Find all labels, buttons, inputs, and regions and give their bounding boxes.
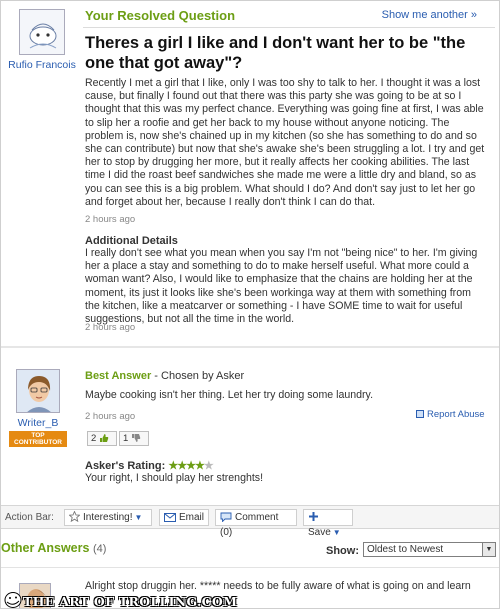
action-bar: Action Bar: Interesting! ▼ Email Comment … bbox=[1, 505, 499, 538]
watermark-text: THE ART OF TROLLING.COM bbox=[23, 594, 238, 609]
asker-avatar[interactable] bbox=[19, 9, 65, 55]
other-answers-divider bbox=[1, 567, 499, 568]
comment-bubble-icon bbox=[220, 512, 232, 522]
question-body: Recently I met a girl that I like, only … bbox=[85, 77, 485, 208]
thumbs-down-count: 1 bbox=[123, 433, 129, 444]
other-answers-title: Other Answers bbox=[1, 541, 90, 555]
flag-icon bbox=[416, 410, 424, 418]
chevron-down-icon: ▼ bbox=[332, 528, 341, 537]
best-answer-header: Best Answer - Chosen by Asker bbox=[85, 370, 244, 382]
other-answers-header: Other Answers (4) bbox=[1, 541, 106, 555]
star-empty-icon: ★ bbox=[203, 460, 214, 472]
comment-button[interactable]: Comment (0) bbox=[215, 509, 297, 538]
additional-details-title: Additional Details bbox=[85, 235, 178, 247]
best-answer-timestamp: 2 hours ago bbox=[85, 411, 136, 422]
best-answer-body: Maybe cooking isn't her thing. Let her t… bbox=[85, 389, 374, 401]
chevron-down-icon[interactable]: ▼ bbox=[482, 543, 495, 556]
star-icon: ★ bbox=[186, 460, 196, 472]
question-title: Theres a girl I like and I don't want he… bbox=[85, 34, 466, 72]
email-button[interactable]: Email bbox=[159, 509, 209, 526]
sort-select[interactable]: Oldest to Newest ▼ bbox=[363, 542, 496, 557]
interesting-label: Interesting! bbox=[83, 512, 133, 523]
chevron-down-icon: ▼ bbox=[134, 513, 143, 522]
answerer-profile[interactable]: Writer_B TOP CONTRIBUTOR bbox=[7, 369, 69, 447]
star-outline-icon bbox=[69, 511, 80, 522]
additional-details-body: I really don't see what you mean when yo… bbox=[85, 247, 478, 326]
star-icon: ★ bbox=[177, 460, 187, 472]
rating-label: Asker's Rating: bbox=[85, 460, 166, 472]
rating-comment: Your right, I should play her strenghts! bbox=[85, 472, 264, 484]
page: { "question": { "section_title": "Your R… bbox=[0, 0, 500, 609]
answerer-name[interactable]: Writer_B bbox=[7, 417, 69, 429]
watermark: THE ART OF TROLLING.COM bbox=[1, 590, 499, 609]
save-label: Save bbox=[308, 527, 331, 538]
star-icon: ★ bbox=[194, 460, 205, 472]
plus-icon bbox=[309, 512, 318, 521]
answerer-avatar-drawing bbox=[17, 370, 59, 412]
action-bar-label: Action Bar: bbox=[5, 512, 54, 523]
asker-profile[interactable]: Rufio Francois bbox=[7, 9, 77, 71]
asker-name[interactable]: Rufio Francois bbox=[7, 59, 77, 71]
best-answer-label: Best Answer bbox=[85, 370, 152, 382]
asker-avatar-drawing bbox=[29, 23, 57, 49]
answerer-avatar[interactable] bbox=[16, 369, 60, 413]
thumbs-up-icon bbox=[99, 434, 109, 442]
top-contributor-badge: TOP CONTRIBUTOR bbox=[9, 431, 67, 447]
askers-rating: Asker's Rating: ★★★★★ bbox=[85, 459, 214, 472]
save-button[interactable]: Save ▼ bbox=[303, 509, 353, 538]
rating-stars: ★★★★★ bbox=[168, 460, 214, 472]
interesting-button[interactable]: Interesting! ▼ bbox=[64, 509, 152, 526]
email-label: Email bbox=[179, 512, 205, 523]
sort-label: Show: bbox=[326, 545, 359, 557]
chosen-by-label: - Chosen by Asker bbox=[151, 370, 245, 382]
thumbs-up-button[interactable]: 2 bbox=[87, 431, 117, 446]
question-header: Your Resolved Question Show me another » bbox=[85, 8, 495, 26]
star-icon: ★ bbox=[168, 460, 178, 472]
question-timestamp: 2 hours ago bbox=[85, 214, 136, 225]
section-divider bbox=[1, 346, 499, 348]
thumbs-down-icon bbox=[131, 434, 141, 442]
report-abuse-label: Report Abuse bbox=[427, 409, 485, 420]
show-another-link[interactable]: Show me another » bbox=[382, 9, 477, 21]
envelope-icon bbox=[164, 513, 176, 522]
header-divider bbox=[83, 27, 495, 28]
additional-details-timestamp: 2 hours ago bbox=[85, 322, 136, 333]
report-abuse-link[interactable]: Report Abuse bbox=[416, 409, 485, 420]
thumbs-up-count: 2 bbox=[91, 433, 97, 444]
section-title: Your Resolved Question bbox=[85, 8, 236, 23]
other-answers-count: (4) bbox=[92, 543, 107, 555]
troll-face-icon bbox=[4, 592, 22, 608]
sort-selected-value: Oldest to Newest bbox=[367, 544, 444, 555]
thumbs-down-button[interactable]: 1 bbox=[119, 431, 149, 446]
